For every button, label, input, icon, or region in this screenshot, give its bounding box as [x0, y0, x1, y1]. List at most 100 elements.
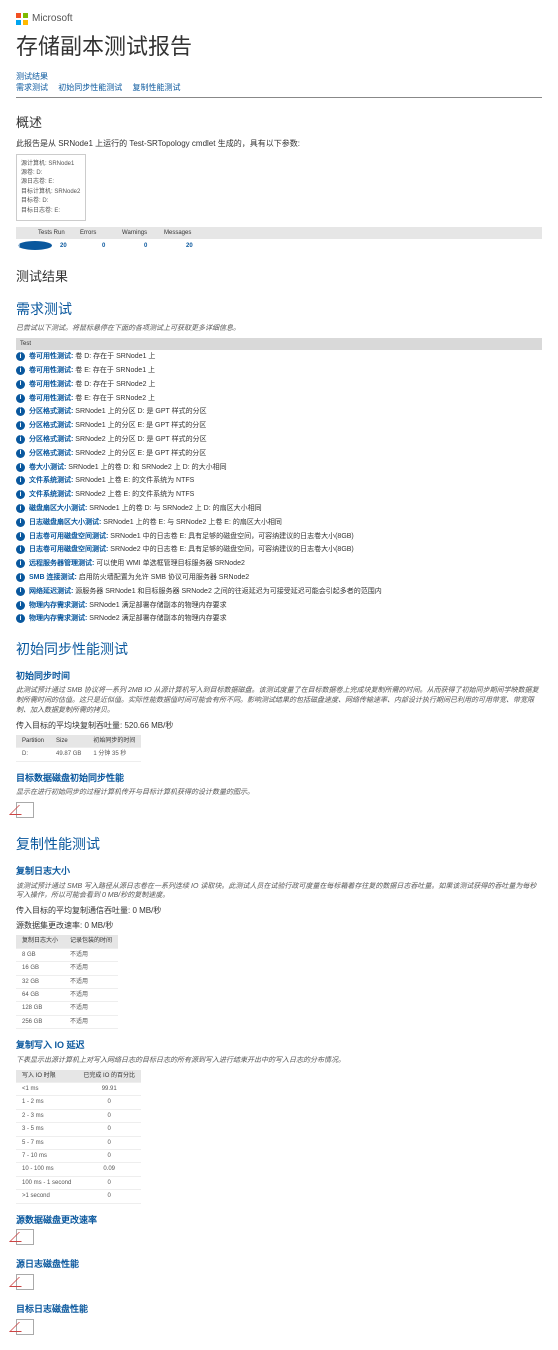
test-link[interactable]: 文件系统测试:	[29, 491, 73, 498]
nav-link-init[interactable]: 初始同步性能测试	[58, 83, 122, 92]
info-icon: i	[16, 587, 25, 596]
test-desc: 卷 D: 存在于 SRNode1 上	[75, 353, 155, 360]
test-row: i日志卷可用磁盘空间测试: SRNode1 中的日志卷 E: 具有足够的磁盘空间…	[16, 530, 542, 544]
test-link[interactable]: 分区格式测试:	[29, 436, 73, 443]
test-row: i磁盘扇区大小测试: SRNode1 上的卷 D: 与 SRNode2 上 D:…	[16, 502, 542, 516]
test-link[interactable]: 网络延迟测试:	[29, 588, 73, 595]
brand-name: Microsoft	[32, 12, 73, 26]
test-link[interactable]: 分区格式测试:	[29, 422, 73, 429]
test-desc: SRNode1 上的分区 D: 是 GPT 样式的分区	[75, 408, 206, 415]
td: 0	[77, 1109, 141, 1122]
divider	[16, 97, 542, 98]
test-row: i日志卷可用磁盘空间测试: SRNode2 中的日志卷 E: 具有足够的磁盘空间…	[16, 543, 542, 557]
info-icon: i	[16, 504, 25, 513]
info-icon: i	[16, 573, 25, 582]
td: 不适用	[64, 948, 118, 961]
info-icon: i	[16, 532, 25, 541]
td: 0	[77, 1149, 141, 1162]
th: 记录包装的时间	[64, 935, 118, 948]
param-row: 源计算机: SRNode1	[21, 160, 81, 168]
td: 49.87 GB	[50, 748, 87, 761]
test-link[interactable]: 磁盘扇区大小测试:	[29, 505, 87, 512]
repl-sub-change: 源数据磁盘更改速率	[16, 1214, 542, 1227]
test-row: i卷可用性测试: 卷 E: 存在于 SRNode2 上	[16, 392, 542, 406]
table-row: 100 ms - 1 second0	[16, 1176, 141, 1189]
info-icon: i	[16, 407, 25, 416]
test-link[interactable]: 卷可用性测试:	[29, 395, 73, 402]
test-link[interactable]: 文件系统测试:	[29, 477, 73, 484]
info-icon: i	[18, 241, 52, 250]
info-icon: i	[16, 518, 25, 527]
test-link[interactable]: SMB 连接测试:	[29, 574, 77, 581]
param-row: 目标日志卷: E:	[21, 207, 81, 215]
brand: Microsoft	[16, 12, 542, 26]
table-row: 1 - 2 ms0	[16, 1096, 141, 1109]
th: 初始同步的时间	[87, 735, 141, 748]
summary-h: Warnings	[122, 229, 156, 237]
test-row: i卷可用性测试: 卷 E: 存在于 SRNode1 上	[16, 364, 542, 378]
test-row: i网络延迟测试: 源服务器 SRNode1 和目标服务器 SRNode2 之间的…	[16, 585, 542, 599]
test-link[interactable]: 分区格式测试:	[29, 450, 73, 457]
test-desc: SRNode2 上卷 E: 的文件系统为 NTFS	[75, 491, 194, 498]
test-link[interactable]: 卷可用性测试:	[29, 353, 73, 360]
test-desc: SRNode1 上卷 E: 的文件系统为 NTFS	[75, 477, 194, 484]
repl-sub-dstlog: 目标日志磁盘性能	[16, 1303, 542, 1316]
test-link[interactable]: 卷可用性测试:	[29, 381, 73, 388]
info-icon: i	[16, 352, 25, 361]
summary-v: 20	[186, 242, 220, 250]
init-note1: 此测试预计通过 SMB 协议将一系列 2MB IO 从源计算机写入到目标数据磁盘…	[16, 686, 542, 715]
init-sub2: 目标数据磁盘初始同步性能	[16, 772, 542, 785]
test-row: i 卷可用性测试: 卷 D: 存在于 SRNode1 上	[16, 350, 542, 364]
test-row: i卷大小测试: SRNode1 上的卷 D: 和 SRNode2 上 D: 的大…	[16, 461, 542, 475]
test-desc: SRNode2 中的日志卷 E: 具有足够的磁盘空间，可容纳建议的日志卷大小(8…	[110, 546, 353, 553]
chart-placeholder-icon	[16, 1229, 34, 1245]
info-icon: i	[16, 559, 25, 568]
info-icon: i	[16, 449, 25, 458]
td: 不适用	[64, 989, 118, 1002]
td: 0.09	[77, 1163, 141, 1176]
table-row: 64 GB不适用	[16, 989, 118, 1002]
test-row: i日志磁盘扇区大小测试: SRNode1 上的卷 E: 与 SRNode2 上卷…	[16, 516, 542, 530]
test-link[interactable]: 远程服务器管理测试:	[29, 560, 94, 567]
td: 64 GB	[16, 989, 64, 1002]
req-note: 已尝试以下测试。将鼠标悬停在下面的各项测试上可获取更多详细信息。	[16, 324, 542, 334]
table-row: 256 GB不适用	[16, 1015, 118, 1028]
table-row: >1 second0	[16, 1190, 141, 1203]
repl-note-logsize: 该测试预计通过 SMB 写入路径从源日志卷在一系列连续 IO 读取块。此测试人员…	[16, 882, 542, 902]
test-row: i分区格式测试: SRNode2 上的分区 E: 是 GPT 样式的分区	[16, 447, 542, 461]
test-link[interactable]: 日志磁盘扇区大小测试:	[29, 519, 101, 526]
td: 0	[77, 1136, 141, 1149]
test-link[interactable]: 日志卷可用磁盘空间测试:	[29, 533, 108, 540]
summary-v: 0	[102, 242, 136, 250]
test-link[interactable]: 分区格式测试:	[29, 408, 73, 415]
test-desc: 启用防火墙配置为允许 SMB 协议可用服务器 SRNode2	[79, 574, 249, 581]
test-row: i文件系统测试: SRNode2 上卷 E: 的文件系统为 NTFS	[16, 488, 542, 502]
nav-link-results[interactable]: 测试结果	[16, 72, 48, 81]
nav: 测试结果 需求测试 初始同步性能测试 复制性能测试	[16, 71, 542, 93]
test-link[interactable]: 卷大小测试:	[29, 464, 66, 471]
test-link[interactable]: 物理内存需求测试:	[29, 602, 87, 609]
td: 16 GB	[16, 962, 64, 975]
repl-line2: 源数据集更改速率: 0 MB/秒	[16, 920, 542, 931]
td: 2 - 3 ms	[16, 1109, 77, 1122]
test-link[interactable]: 日志卷可用磁盘空间测试:	[29, 546, 108, 553]
td: 100 ms - 1 second	[16, 1176, 77, 1189]
io-table: 写入 IO 时限 已完成 IO 的百分比 <1 ms99.911 - 2 ms0…	[16, 1070, 141, 1204]
nav-link-req[interactable]: 需求测试	[16, 83, 48, 92]
info-icon: i	[16, 366, 25, 375]
chart-placeholder-icon	[16, 802, 34, 818]
repl-line1: 传入目标的平均复制通信吞吐量: 0 MB/秒	[16, 905, 542, 916]
logsize-table: 复制日志大小 记录包装的时间 8 GB不适用16 GB不适用32 GB不适用64…	[16, 935, 118, 1029]
td: 256 GB	[16, 1015, 64, 1028]
nav-link-repl[interactable]: 复制性能测试	[132, 83, 180, 92]
init-line1: 传入目标的平均块复制吞吐量: 520.66 MB/秒	[16, 720, 542, 731]
info-icon: i	[16, 614, 25, 623]
param-row: 目标计算机: SRNode2	[21, 188, 81, 196]
test-link[interactable]: 物理内存需求测试:	[29, 615, 87, 622]
td: 32 GB	[16, 975, 64, 988]
summary-v: 0	[144, 242, 178, 250]
test-desc: SRNode2 上的分区 D: 是 GPT 样式的分区	[75, 436, 206, 443]
test-link[interactable]: 卷可用性测试:	[29, 367, 73, 374]
test-row: i 文件系统测试: SRNode1 上卷 E: 的文件系统为 NTFS	[16, 474, 542, 488]
info-icon: i	[16, 476, 25, 485]
